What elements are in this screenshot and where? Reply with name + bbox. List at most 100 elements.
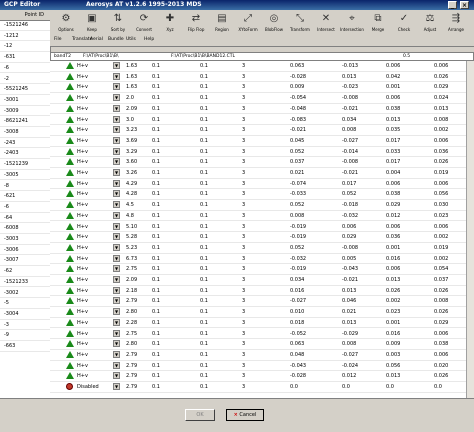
cell-c4[interactable]: 3 xyxy=(242,245,245,251)
cell-c6[interactable]: 0.017 xyxy=(342,181,356,187)
table-row[interactable]: H+v ▼ 1.63 0.1 0.1 3 0.063 -0.013 0.006 0.006 xyxy=(50,61,474,72)
point-id-row[interactable]: -3009 xyxy=(0,106,50,117)
point-type[interactable]: H+v xyxy=(77,63,88,69)
point-id-row[interactable]: -62 xyxy=(0,266,50,277)
table-row[interactable]: H+v ▼ 3.26 0.1 0.1 3 0.021 -0.021 0.004 0.019 xyxy=(50,168,474,179)
cell-c5[interactable]: -0.074 xyxy=(290,181,306,187)
point-id-row[interactable]: -2 xyxy=(0,74,50,85)
chevron-down-icon[interactable]: ▼ xyxy=(113,222,120,230)
cell-c4[interactable]: 3 xyxy=(242,331,245,337)
chevron-down-icon[interactable]: ▼ xyxy=(113,104,120,112)
point-id-row[interactable]: -64 xyxy=(0,213,50,224)
cell-c1[interactable]: 5.23 xyxy=(126,245,137,251)
point-type[interactable]: H+v xyxy=(77,191,88,197)
table-row[interactable]: H+v ▼ 2.79 0.1 0.1 3 -0.043 -0.024 0.056 0.020 xyxy=(50,361,474,372)
point-type[interactable]: H+v xyxy=(77,117,88,123)
point-type[interactable]: H+v xyxy=(77,202,88,208)
cell-c5[interactable]: -0.019 xyxy=(290,224,306,230)
chevron-down-icon[interactable]: ▼ xyxy=(113,136,120,144)
cell-c1[interactable]: 4.8 xyxy=(126,213,134,219)
point-type[interactable]: H+v xyxy=(77,245,88,251)
cell-c1[interactable]: 4.29 xyxy=(126,181,137,187)
point-id-row[interactable]: -2403 xyxy=(0,148,50,160)
point-type[interactable]: H+v xyxy=(77,341,88,347)
cell-c1[interactable]: 5.10 xyxy=(126,224,137,230)
point-type[interactable]: H+v xyxy=(77,266,88,272)
cell-c5[interactable]: 0.021 xyxy=(290,170,304,176)
table-row[interactable]: H+v ▼ 2.80 0.1 0.1 3 0.010 0.021 0.023 0.026 xyxy=(50,307,474,318)
ok-button[interactable]: OK xyxy=(185,409,215,421)
table-row[interactable]: H+v ▼ 3.60 0.1 0.1 3 0.037 -0.008 0.017 0.026 xyxy=(50,157,474,168)
cell-c2[interactable]: 0.1 xyxy=(152,63,160,69)
point-type[interactable]: H+v xyxy=(77,74,88,80)
point-id-row[interactable]: -5521245 xyxy=(0,84,50,95)
cell-c8[interactable]: 0.026 xyxy=(434,373,448,379)
cell-c2[interactable]: 0.1 xyxy=(152,341,160,347)
point-id-row[interactable]: -8621241 xyxy=(0,116,50,127)
point-type[interactable]: H+v xyxy=(77,95,88,101)
chevron-down-icon[interactable]: ▼ xyxy=(113,361,120,369)
cell-c6[interactable]: -0.018 xyxy=(342,202,358,208)
table-row[interactable]: H+v ▼ 1.63 0.1 0.1 3 0.009 -0.023 0.001 0.029 xyxy=(50,82,474,94)
cell-c7[interactable]: 0.006 xyxy=(386,266,400,272)
cell-c8[interactable]: 0.006 xyxy=(434,331,448,337)
table-row[interactable]: H+v ▼ 1.63 0.1 0.1 3 -0.028 0.013 0.042 0.026 xyxy=(50,72,474,83)
cell-c5[interactable]: 0.063 xyxy=(290,63,304,69)
cell-c5[interactable]: 0.009 xyxy=(290,84,304,90)
cell-c4[interactable]: 3 xyxy=(242,181,245,187)
point-id-row[interactable]: -1521246 xyxy=(0,20,50,31)
cell-c7[interactable]: 0.013 xyxy=(386,117,400,123)
cell-c4[interactable]: 3 xyxy=(242,224,245,230)
table-row[interactable]: H+v ▼ 6.73 0.1 0.1 3 -0.032 0.005 0.016 0.002 xyxy=(50,254,474,265)
chevron-down-icon[interactable]: ▼ xyxy=(113,201,120,209)
cell-c8[interactable]: 0.029 xyxy=(434,84,448,90)
cell-c6[interactable]: 0.013 xyxy=(342,74,356,80)
cell-c1[interactable]: 3.23 xyxy=(126,127,137,133)
cell-c8[interactable]: 0.002 xyxy=(434,234,448,240)
chevron-down-icon[interactable]: ▼ xyxy=(113,115,120,123)
chevron-down-icon[interactable]: ▼ xyxy=(113,254,120,262)
cell-c1[interactable]: 3.26 xyxy=(126,170,137,176)
chevron-down-icon[interactable]: ▼ xyxy=(113,308,120,316)
chevron-down-icon[interactable]: ▼ xyxy=(113,329,120,337)
cell-c4[interactable]: 3 xyxy=(242,277,245,283)
point-id-row[interactable]: -3007 xyxy=(0,255,50,267)
cell-c5[interactable]: 0.018 xyxy=(290,320,304,326)
cell-c2[interactable]: 0.1 xyxy=(152,373,160,379)
cell-c4[interactable]: 3 xyxy=(242,63,245,69)
chevron-down-icon[interactable]: ▼ xyxy=(113,94,120,102)
cell-c8[interactable]: 0.020 xyxy=(434,363,448,369)
cell-c5[interactable]: 0.052 xyxy=(290,245,304,251)
cell-c5[interactable]: -0.054 xyxy=(290,95,306,101)
table-row[interactable]: H+v ▼ 4.29 0.1 0.1 3 -0.074 0.017 0.006 0.006 xyxy=(50,179,474,190)
cell-c2[interactable]: 0.1 xyxy=(152,384,160,390)
cell-c5[interactable]: -0.052 xyxy=(290,331,306,337)
point-id-row[interactable]: -3005 xyxy=(0,170,50,181)
cell-c2[interactable]: 0.1 xyxy=(152,320,160,326)
table-row[interactable]: H+v ▼ 4.28 0.1 0.1 3 -0.033 0.052 0.038 0.056 xyxy=(50,189,474,201)
cell-c4[interactable]: 3 xyxy=(242,95,245,101)
cell-c8[interactable]: 0.056 xyxy=(434,191,448,197)
cell-c3[interactable]: 0.1 xyxy=(200,352,208,358)
point-type[interactable]: H+v xyxy=(77,363,88,369)
chevron-down-icon[interactable]: ▼ xyxy=(113,169,120,176)
cell-c7[interactable]: 0.001 xyxy=(386,320,400,326)
cell-c5[interactable]: -0.043 xyxy=(290,363,306,369)
cell-c1[interactable]: 2.0 xyxy=(126,95,134,101)
cell-c5[interactable]: -0.021 xyxy=(290,127,306,133)
cell-c6[interactable]: -0.008 xyxy=(342,245,358,251)
table-row[interactable]: H+v ▼ 5.23 0.1 0.1 3 0.052 -0.008 0.001 0.019 xyxy=(50,243,474,254)
cell-c5[interactable]: -0.019 xyxy=(290,266,306,272)
cell-c7[interactable]: 0.038 xyxy=(386,191,400,197)
cell-c7[interactable]: 0.013 xyxy=(386,277,400,283)
cell-c8[interactable]: 0.002 xyxy=(434,256,448,262)
cell-c5[interactable]: 0.048 xyxy=(290,352,304,358)
cell-c6[interactable]: -0.023 xyxy=(342,84,358,90)
cell-c3[interactable]: 0.1 xyxy=(200,159,208,165)
toolbar-transform-button[interactable]: ⤡ Transform xyxy=(288,12,312,36)
chevron-down-icon[interactable]: ▼ xyxy=(113,243,120,251)
cell-c4[interactable]: 3 xyxy=(242,127,245,133)
toolbar-xyz-button[interactable]: ✚ Xyz xyxy=(158,12,182,36)
menu-item-utils[interactable]: Utils xyxy=(126,37,136,42)
cell-c2[interactable]: 0.1 xyxy=(152,213,160,219)
